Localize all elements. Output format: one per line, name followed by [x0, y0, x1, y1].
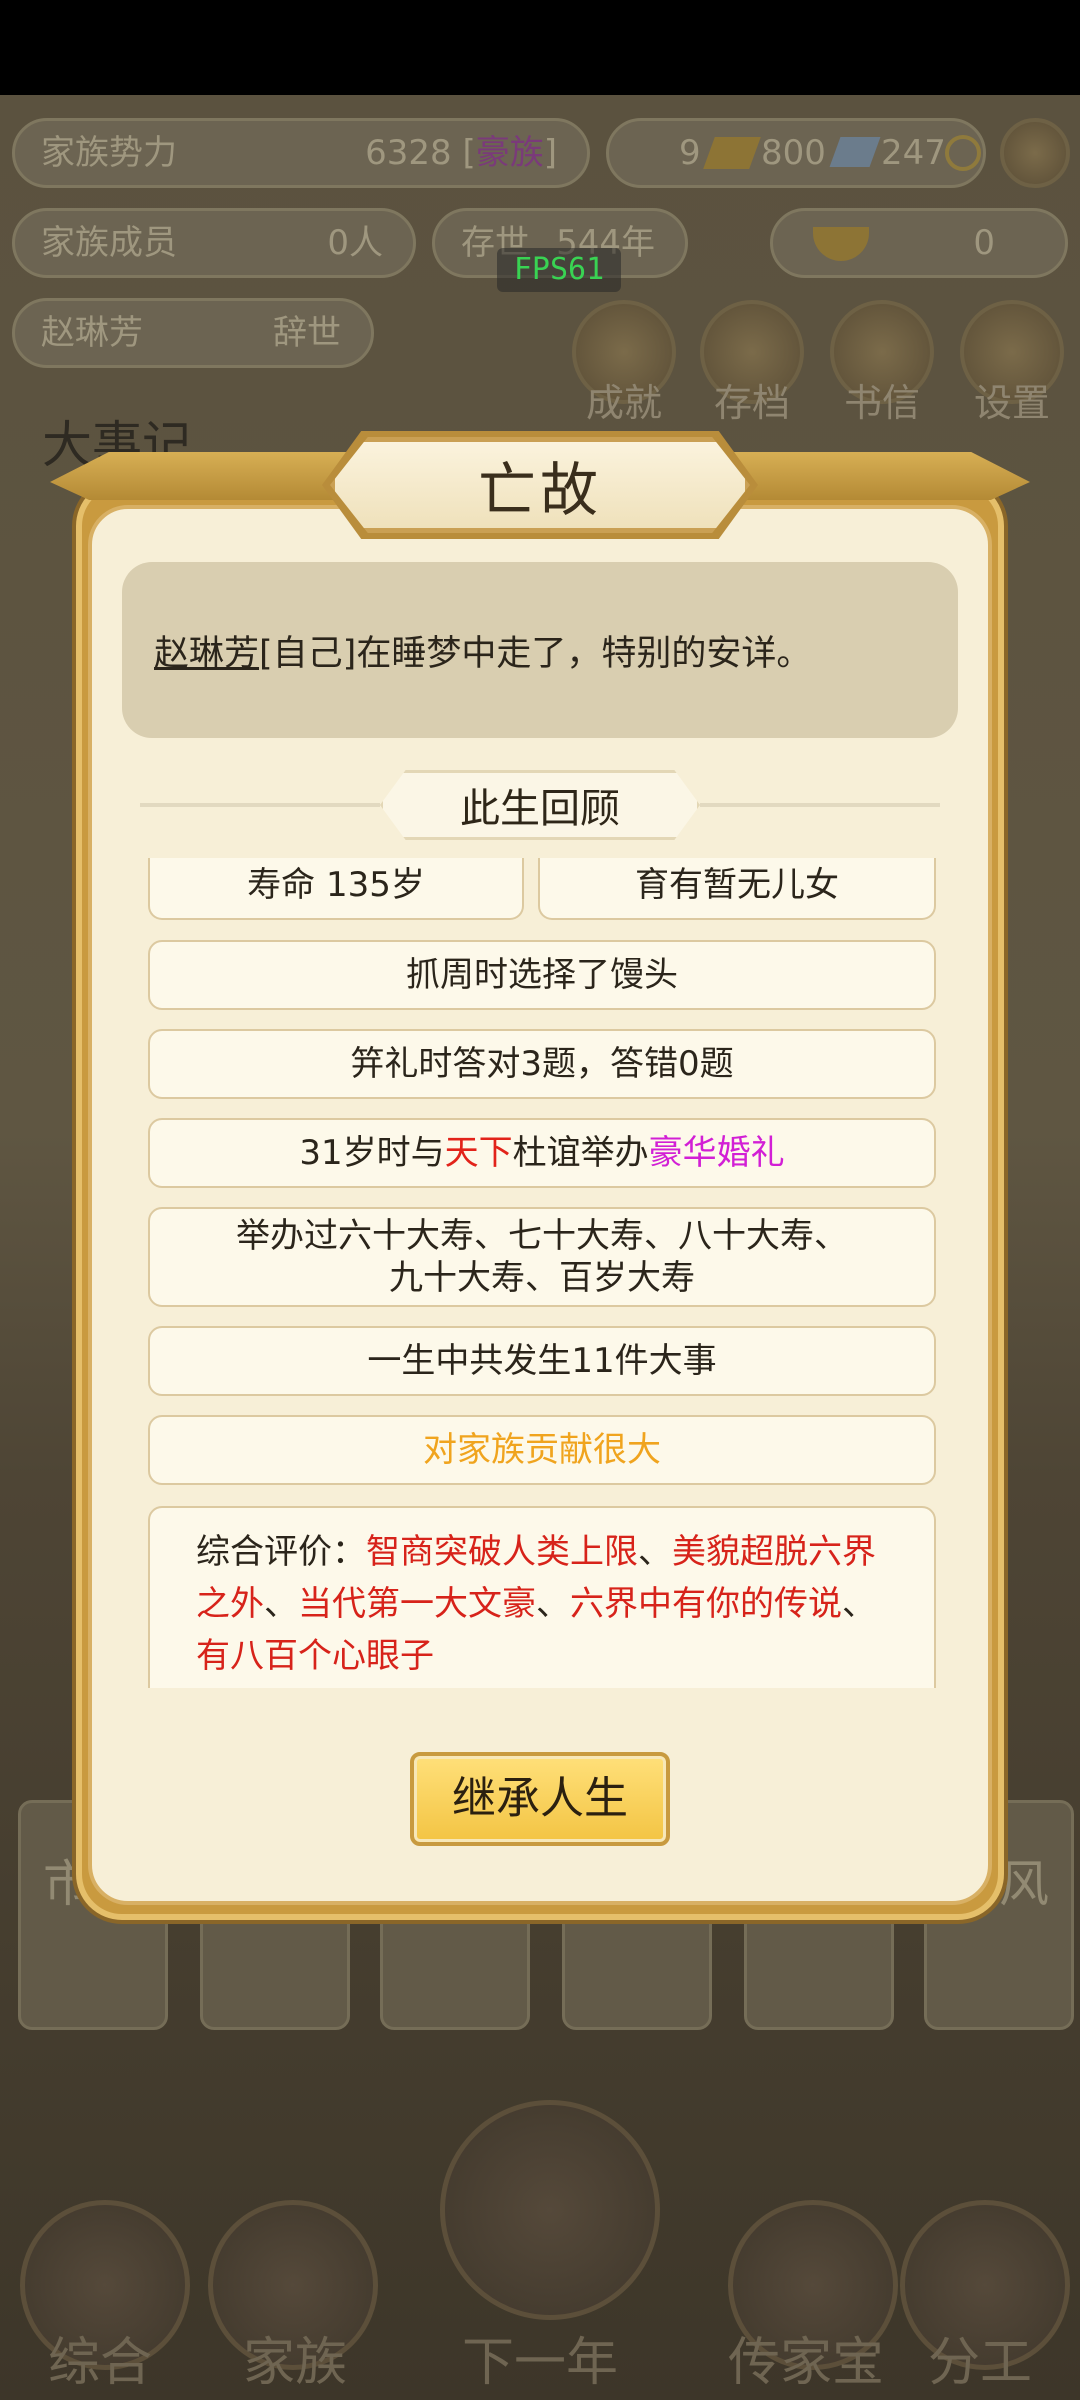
birthdays-card: 举办过六十大寿、七十大寿、八十大寿、 九十大寿、百岁大寿: [148, 1207, 936, 1307]
evaluation-card: 综合评价：智商突破人类上限、美貌超脱六界之外、当代第一大文豪、六界中有你的传说、…: [148, 1506, 936, 1688]
family-power-label: 家族势力: [41, 133, 177, 173]
fps-counter: FPS61: [497, 248, 621, 292]
lifespan-text: 寿命 135岁: [247, 865, 425, 905]
events-card: 一生中共发生11件大事: [148, 1326, 936, 1396]
death-message-text: [自己]在睡梦中走了，特别的安详。: [259, 633, 812, 674]
person-name: 赵琳芳: [41, 313, 143, 353]
gold-bar-icon: [703, 137, 761, 169]
ingot-value: 0: [973, 223, 995, 263]
divider-right: [700, 803, 940, 807]
help-icon[interactable]: [1000, 118, 1070, 188]
life-review-list[interactable]: 寿命 135岁 育有暂无儿女 抓周时选择了馒头 笄礼时答对3题，答错0题 31岁…: [140, 858, 950, 1688]
currency-pill: 9 800 247: [606, 118, 986, 188]
jade-icon: [829, 137, 881, 167]
coin-icon: [945, 135, 981, 171]
dialog-title: 亡故: [477, 456, 602, 524]
events-text: 一生中共发生11件大事: [367, 1341, 717, 1381]
ingot-icon: [813, 227, 869, 261]
nav-next-year-icon[interactable]: [440, 2100, 660, 2320]
ceremony-card: 笄礼时答对3题，答错0题: [148, 1029, 936, 1099]
deceased-name-link[interactable]: 赵琳芳: [154, 625, 259, 676]
wedding-partner-rank: 天下: [444, 1133, 513, 1173]
divider-left: [140, 803, 380, 807]
wedding-text-a: 31岁时与: [299, 1133, 445, 1173]
ingot-pill: 0: [770, 208, 1068, 278]
dialog-title-banner: 亡故: [330, 437, 750, 533]
contribution-text: 对家族贡献很大: [423, 1430, 661, 1470]
evaluation-trait-1: 智商突破人类上限: [366, 1532, 638, 1572]
wedding-type: 豪华婚礼: [648, 1133, 785, 1173]
silver-count: 9: [679, 133, 701, 173]
gold-count: 800: [761, 133, 826, 173]
first-birthday-text: 抓周时选择了馒头: [406, 955, 678, 995]
jade-count: 247: [881, 133, 946, 173]
nav-next-year-label: 下一年: [461, 2333, 618, 2393]
death-message: 赵琳芳 [自己]在睡梦中走了，特别的安详。: [122, 562, 958, 738]
children-card: 育有暂无儿女: [538, 858, 936, 920]
nav-heirloom-label: 传家宝: [727, 2333, 884, 2393]
family-power-value: 6328 [豪族]: [365, 133, 557, 173]
inherit-life-button[interactable]: 继承人生: [410, 1752, 670, 1846]
ceremony-text: 笄礼时答对3题，答错0题: [350, 1044, 734, 1084]
nav-family-label: 家族: [242, 2333, 347, 2393]
evaluation-trait-3: 当代第一大文豪: [298, 1584, 536, 1624]
current-person-pill: 赵琳芳 辞世: [12, 298, 374, 368]
evaluation-trait-4: 六界中有你的传说: [570, 1584, 842, 1624]
settings-label: 设置: [973, 381, 1050, 425]
first-birthday-card: 抓周时选择了馒头: [148, 940, 936, 1010]
lifespan-card: 寿命 135岁: [148, 858, 524, 920]
birthdays-line1: 举办过六十大寿、七十大寿、八十大寿、: [236, 1216, 848, 1256]
letter-label: 书信: [843, 381, 920, 425]
status-bar: [0, 0, 1080, 95]
evaluation-trait-5: 有八百个心眼子: [196, 1636, 434, 1676]
children-text: 育有暂无儿女: [635, 865, 839, 905]
nav-division-label: 分工: [927, 2333, 1032, 2393]
family-power-pill: 家族势力 6328 [豪族]: [12, 118, 590, 188]
person-status: 辞世: [273, 313, 341, 353]
contribution-card: 对家族贡献很大: [148, 1415, 936, 1485]
nav-overview-label: 综合: [47, 2333, 152, 2393]
evaluation-label: 综合评价：: [196, 1532, 366, 1572]
life-review-heading: 此生回顾: [380, 770, 700, 840]
family-members-pill: 家族成员 0人: [12, 208, 416, 278]
achievement-label: 成就: [585, 381, 662, 425]
wedding-card: 31岁时与天下杜谊举办豪华婚礼: [148, 1118, 936, 1188]
family-members-value: 0人: [327, 223, 383, 263]
save-label: 存档: [713, 381, 790, 425]
family-members-label: 家族成员: [41, 223, 177, 263]
wedding-text-c: 杜谊举办: [512, 1133, 649, 1173]
birthdays-line2: 九十大寿、百岁大寿: [389, 1258, 695, 1298]
